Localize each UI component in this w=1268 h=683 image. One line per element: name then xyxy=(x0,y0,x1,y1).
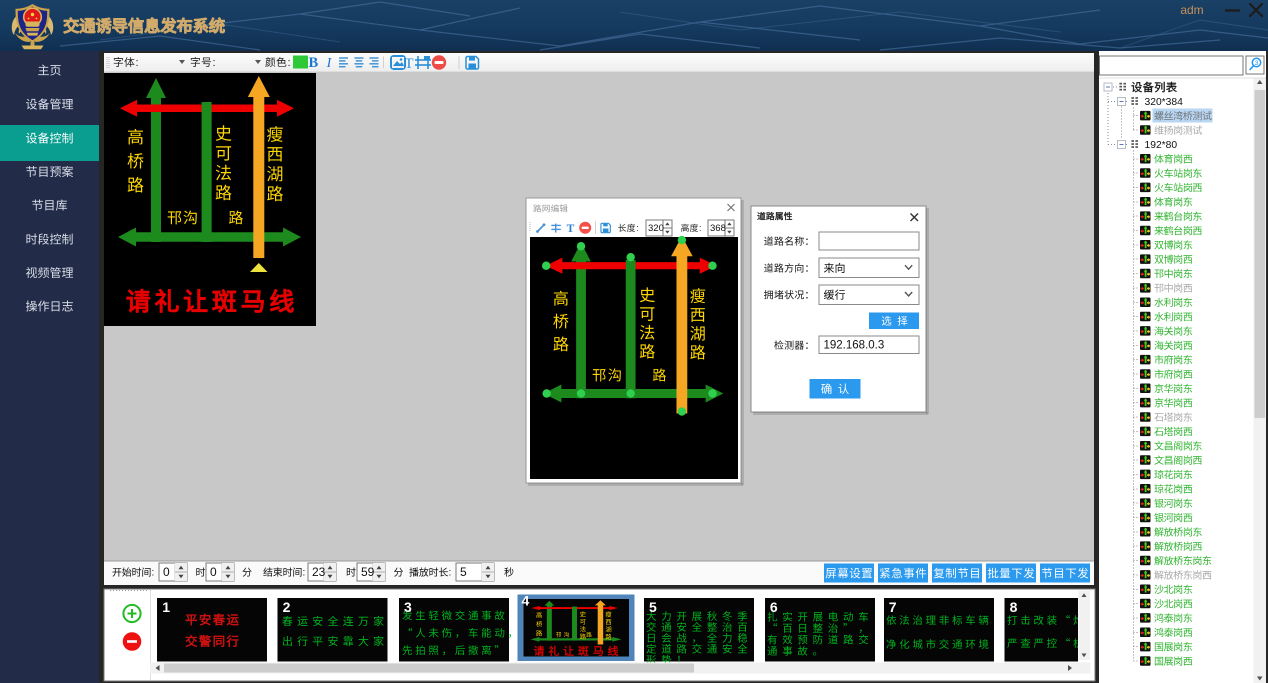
svg-text:1: 1 xyxy=(162,599,170,615)
svg-text:368: 368 xyxy=(710,223,726,234)
svg-text:0: 0 xyxy=(163,565,170,579)
svg-text::: : xyxy=(449,568,452,579)
svg-text:2: 2 xyxy=(283,599,291,615)
svg-text:192.168.0.3: 192.168.0.3 xyxy=(824,340,885,352)
svg-text::: : xyxy=(152,568,155,579)
svg-text:4: 4 xyxy=(522,592,530,608)
svg-text:3: 3 xyxy=(1255,60,1259,67)
svg-text:7: 7 xyxy=(889,599,897,615)
svg-text:23: 23 xyxy=(312,565,326,579)
svg-text:192*80: 192*80 xyxy=(1145,140,1178,151)
svg-text::: : xyxy=(303,568,306,579)
svg-text::: : xyxy=(288,57,291,69)
svg-text:T: T xyxy=(404,56,413,72)
svg-text:6: 6 xyxy=(770,599,778,615)
svg-text::: : xyxy=(636,223,639,233)
svg-text:320*384: 320*384 xyxy=(1145,97,1184,108)
svg-text:59: 59 xyxy=(361,565,375,579)
svg-text:8: 8 xyxy=(1010,599,1018,615)
svg-text:320: 320 xyxy=(648,223,664,234)
svg-text:0: 0 xyxy=(210,565,217,579)
svg-text:T: T xyxy=(567,223,575,235)
svg-text:5: 5 xyxy=(460,565,467,579)
svg-text:adm: adm xyxy=(1180,3,1203,17)
svg-text:B: B xyxy=(308,55,318,71)
svg-text:5: 5 xyxy=(649,599,657,615)
svg-text::: : xyxy=(136,57,139,69)
svg-text::: : xyxy=(213,57,216,69)
svg-text:3: 3 xyxy=(404,599,412,615)
svg-text::: : xyxy=(699,223,702,233)
